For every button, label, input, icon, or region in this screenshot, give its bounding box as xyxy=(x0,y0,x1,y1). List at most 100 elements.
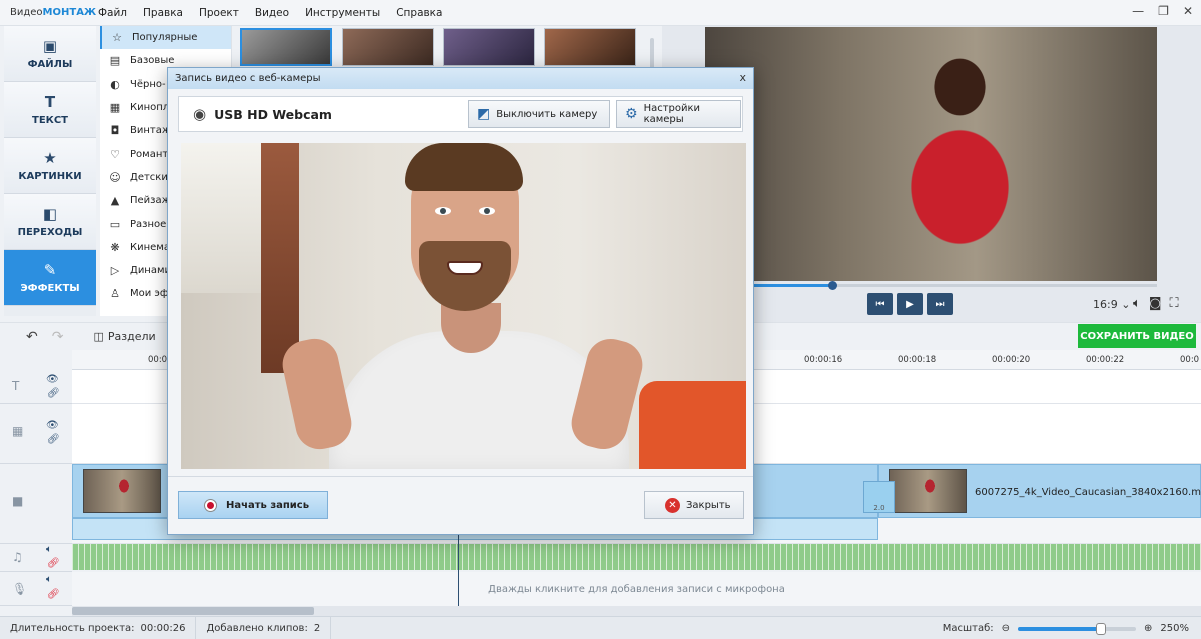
clip-thumbnail xyxy=(889,469,967,513)
webcam-icon: ◉ xyxy=(193,105,207,123)
disable-camera-button[interactable]: ◩ Выключить камеру xyxy=(468,100,610,128)
microphone-icon: 🎙︎ xyxy=(12,582,28,596)
redo-icon[interactable]: ↷ xyxy=(52,329,64,345)
track-header-audio: ♫ 🔈︎ 🔗︎ xyxy=(0,544,72,572)
eye-icon[interactable]: 👁︎ xyxy=(46,374,59,385)
video-preview xyxy=(705,27,1157,281)
category-effects[interactable]: ✎ ЭФФЕКТЫ xyxy=(4,250,96,306)
menu-video[interactable]: Видео xyxy=(255,7,289,19)
zoom-out-icon[interactable]: ⊖ xyxy=(1002,623,1010,634)
audio-waveform[interactable] xyxy=(72,544,1201,570)
ruler-tick: 00:00:16 xyxy=(804,355,843,365)
maximize-button[interactable]: ❐ xyxy=(1158,4,1169,18)
star-icon: ★ xyxy=(43,149,57,167)
basic-icon: ▤ xyxy=(109,54,121,68)
category-files[interactable]: ▣ ФАЙЛЫ xyxy=(4,26,96,82)
film-track-icon: ▦ xyxy=(12,424,24,438)
fullscreen-icon[interactable]: ⛶ xyxy=(1169,296,1178,311)
track-header-mic: 🎙︎ 🔈︎ 🔗︎ xyxy=(0,572,72,606)
undo-icon[interactable]: ↶ xyxy=(26,329,38,345)
menu-project[interactable]: Проект xyxy=(199,7,239,19)
gear-icon: ⚙ xyxy=(625,106,638,122)
close-window-button[interactable]: ✕ xyxy=(1183,4,1193,18)
speaker-icon[interactable]: 🔈︎ xyxy=(46,544,52,555)
transition-marker[interactable]: 2.0 xyxy=(863,481,895,513)
webcam-feed xyxy=(181,143,746,469)
record-icon xyxy=(205,499,216,511)
camera-name: ◉ USB HD Webcam xyxy=(193,105,332,123)
menu-tools[interactable]: Инструменты xyxy=(305,7,380,19)
track-header-overlay: ▦ 👁︎ 🔗︎ xyxy=(0,404,72,464)
ruler-tick: 00:0 xyxy=(148,355,168,365)
split-button[interactable]: ◫ Раздели xyxy=(93,330,155,343)
star-outline-icon: ☆ xyxy=(112,31,122,45)
ruler-tick: 00:0 xyxy=(1180,355,1200,365)
effects-icon: ✎ xyxy=(43,261,57,279)
speaker-icon[interactable]: 🔈︎ xyxy=(46,574,52,585)
clips-count: Добавлено клипов: 2 xyxy=(196,617,332,639)
timeline-scrollbar[interactable] xyxy=(72,606,1201,616)
menu-file[interactable]: Файл xyxy=(98,7,127,19)
music-icon: ♫ xyxy=(12,550,23,564)
minimize-button[interactable]: — xyxy=(1132,4,1144,18)
ruler-tick: 00:00:22 xyxy=(1086,355,1125,365)
effect-thumbnail[interactable] xyxy=(443,28,535,66)
dialog-title: Запись видео с веб-камеры xyxy=(175,73,321,84)
effect-thumbnail[interactable] xyxy=(544,28,636,66)
volume-icon[interactable]: 🔈︎ xyxy=(1133,296,1141,311)
film-icon: ▦ xyxy=(109,101,121,115)
webcam-dialog: Запись видео с веб-камеры x ◉ USB HD Webc… xyxy=(167,67,754,535)
mic-hint[interactable]: Дважды кликните для добавления записи с … xyxy=(72,572,1201,606)
video-camera-icon: ■ xyxy=(12,494,24,508)
image-icon: ▣ xyxy=(42,37,58,55)
unlink-icon[interactable]: 🔗︎ xyxy=(47,589,60,600)
link-icon[interactable]: 🔗︎ xyxy=(47,434,60,445)
aspect-ratio-select[interactable]: 16:9 ⌄ xyxy=(1093,298,1130,311)
ruler-tick: 00:00:18 xyxy=(898,355,937,365)
zoom-slider[interactable] xyxy=(1018,622,1137,635)
camera-icon: ◘ xyxy=(110,124,120,138)
previous-icon[interactable]: ⏮ xyxy=(867,293,893,315)
preview-scrubber[interactable] xyxy=(705,281,1157,290)
eye-icon[interactable]: 👁︎ xyxy=(46,420,59,431)
category-text[interactable]: T ТЕКСТ xyxy=(4,82,96,138)
category-panel: ▣ ФАЙЛЫ T ТЕКСТ ★ КАРТИНКИ ◧ ПЕРЕХОДЫ ✎ ЭФФЕК… xyxy=(4,26,96,316)
start-recording-button[interactable]: Начать запись xyxy=(178,491,328,519)
camera-header: ◉ USB HD Webcam ◩ Выключить камеру ⚙ Настро… xyxy=(178,96,743,132)
close-dialog-button[interactable]: ✕ Закрыть xyxy=(644,491,744,519)
dialog-close-icon[interactable]: x xyxy=(739,71,746,84)
scrubber-handle[interactable] xyxy=(827,281,837,290)
play-circle-icon: ▷ xyxy=(110,264,120,278)
play-icon[interactable]: ▶ xyxy=(897,293,923,315)
snapshot-icon[interactable]: ◙ xyxy=(1149,296,1162,311)
user-icon: ♙ xyxy=(110,287,120,301)
camera-settings-button[interactable]: ⚙ Настройки камеры xyxy=(616,100,741,128)
category-transitions[interactable]: ◧ ПЕРЕХОДЫ xyxy=(4,194,96,250)
effect-item-popular[interactable]: ☆ Популярные xyxy=(100,26,231,50)
track-header-text: T 👁︎ 🔗︎ xyxy=(0,370,72,404)
player-controls: ⏮ ▶ ⏭ xyxy=(867,293,953,315)
dialog-title-bar[interactable]: Запись видео с веб-камеры x xyxy=(168,68,753,89)
save-video-button[interactable]: СОХРАНИТЬ ВИДЕО xyxy=(1078,324,1196,348)
app-title: ВидеоМОНТАЖ xyxy=(10,7,97,18)
landscape-icon: ▲ xyxy=(110,194,120,208)
scrollbar-thumb[interactable] xyxy=(72,607,314,615)
effect-thumbnail[interactable] xyxy=(240,28,332,66)
clip-thumbnail xyxy=(83,469,161,513)
zoom-in-icon[interactable]: ⊕ xyxy=(1144,623,1152,634)
ruler-tick: 00:00:20 xyxy=(992,355,1031,365)
dialog-footer: Начать запись ✕ Закрыть xyxy=(168,476,753,534)
misc-icon: ▭ xyxy=(109,217,121,231)
category-pictures[interactable]: ★ КАРТИНКИ xyxy=(4,138,96,194)
menu-edit[interactable]: Правка xyxy=(143,7,183,19)
zoom-control: Масштаб: ⊖ ⊕ 250% xyxy=(942,622,1189,635)
zoom-handle[interactable] xyxy=(1095,622,1106,635)
project-duration: Длительность проекта: 00:00:26 xyxy=(0,617,197,639)
video-clip[interactable]: 6007275_4k_Video_Caucasian_3840x2160.mp4 xyxy=(878,464,1201,518)
text-icon: T xyxy=(44,93,56,111)
next-icon[interactable]: ⏭ xyxy=(927,293,953,315)
menu-help[interactable]: Справка xyxy=(396,7,442,19)
effect-thumbnail[interactable] xyxy=(342,28,434,66)
link-icon[interactable]: 🔗︎ xyxy=(47,388,60,399)
unlink-icon[interactable]: 🔗︎ xyxy=(47,558,60,569)
